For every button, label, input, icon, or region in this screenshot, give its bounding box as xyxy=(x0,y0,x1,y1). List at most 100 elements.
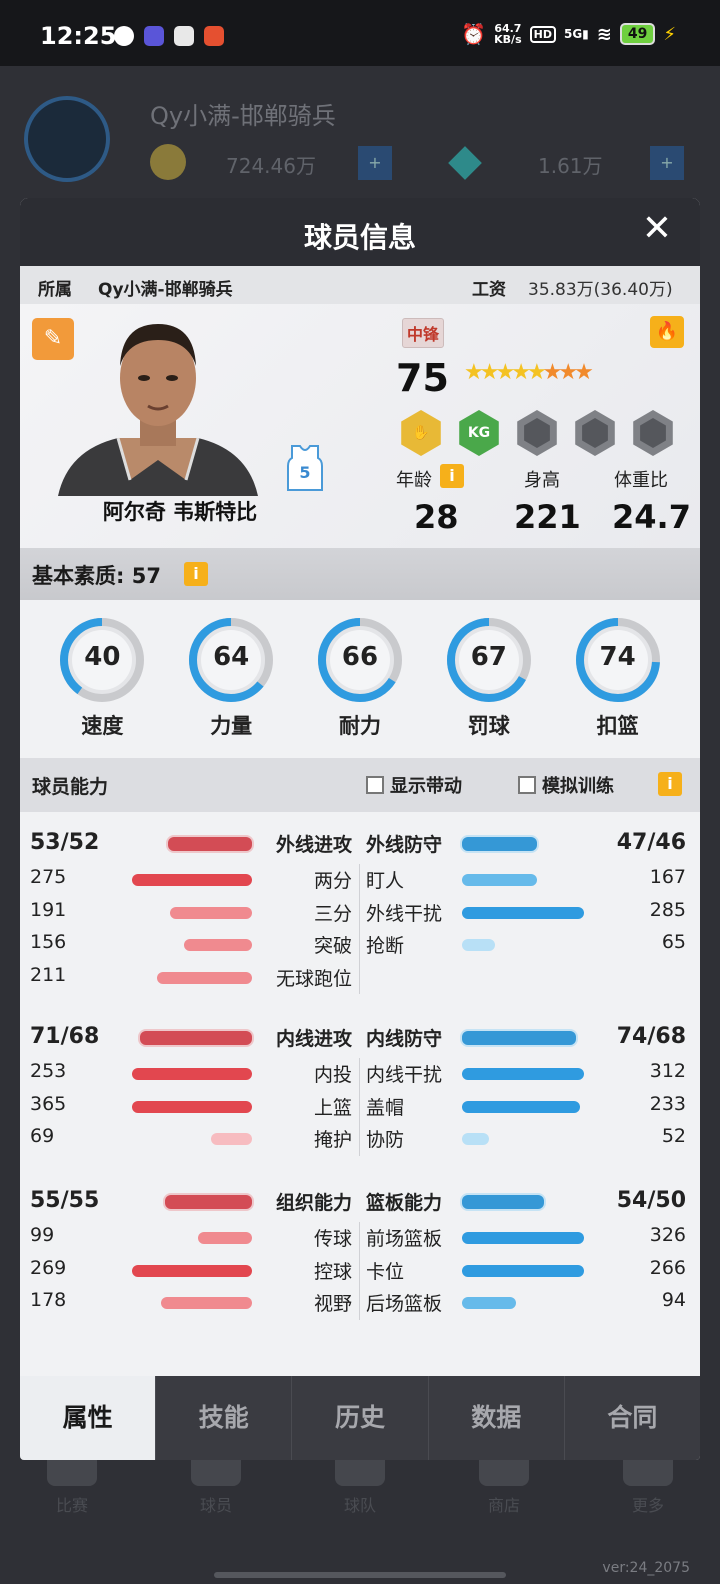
close-button[interactable]: ✕ xyxy=(642,208,672,249)
attribute-ring[interactable]: 67 罚球 xyxy=(443,616,535,756)
alarm-icon: ⏰ xyxy=(461,22,487,46)
ability-row: 99 传球 前场篮板 326 xyxy=(20,1222,700,1252)
bg-team-name: Qy小满-邯郸骑兵 xyxy=(150,102,336,130)
salary-label: 工资 xyxy=(472,280,506,300)
right-group-value: 74/68 xyxy=(616,1024,686,1049)
right-group-bar xyxy=(462,1195,544,1209)
right-group-name: 内线防守 xyxy=(366,1028,443,1050)
add-gems-button[interactable]: + xyxy=(650,146,684,180)
hd-icon: HD xyxy=(529,25,556,43)
star-icon: ★ xyxy=(511,360,531,385)
locked-badge-icon[interactable] xyxy=(633,410,673,456)
star-icon: ★ xyxy=(542,360,563,385)
attribute-ring[interactable]: 66 耐力 xyxy=(314,616,406,756)
ability-row: 253 内投 内线干扰 312 xyxy=(20,1058,700,1088)
ring-gauge: 74 xyxy=(574,616,662,704)
left-ability-value: 253 xyxy=(30,1060,67,1082)
tab-attributes[interactable]: 属性 xyxy=(20,1376,156,1460)
left-group-bar xyxy=(140,1031,252,1045)
basic-info-button[interactable]: i xyxy=(184,562,208,586)
status-icons: ⏰ 64.7 KB/s HD 5G▮ ≋ 49 ⚡ xyxy=(461,22,676,46)
notification-icons xyxy=(114,26,224,46)
age-label: 年龄 xyxy=(396,470,432,491)
right-ability-value: 94 xyxy=(661,1289,686,1311)
locked-badge-icon[interactable] xyxy=(575,410,615,456)
show-movement-checkbox[interactable]: 显示带动 xyxy=(366,772,462,798)
right-ability-bar xyxy=(462,1232,584,1244)
age-info-button[interactable]: i xyxy=(440,464,464,488)
ability-group-header: 55/55 组织能力 篮板能力 54/50 xyxy=(20,1186,700,1216)
left-group-value: 71/68 xyxy=(30,1024,100,1049)
left-ability-bar xyxy=(132,874,252,886)
tab-contract[interactable]: 合同 xyxy=(563,1376,700,1460)
sim-training-checkbox[interactable]: 模拟训练 xyxy=(518,772,614,798)
right-ability-value: 233 xyxy=(649,1092,686,1115)
tab-skills[interactable]: 技能 xyxy=(155,1376,291,1460)
badge-gold-icon[interactable]: ✋ xyxy=(401,410,441,456)
locked-badge-icon[interactable] xyxy=(517,410,557,456)
right-ability-bar xyxy=(462,1297,516,1309)
attribute-ring[interactable]: 64 力量 xyxy=(185,616,277,756)
star-icon: ★ xyxy=(558,360,578,385)
right-group-name: 外线防守 xyxy=(366,834,443,856)
wechat-icon xyxy=(114,26,134,46)
right-ability-value: 167 xyxy=(649,866,686,888)
right-ability-value: 65 xyxy=(661,931,686,953)
left-ability-bar xyxy=(132,1100,252,1113)
attribute-ring[interactable]: 74 扣篮 xyxy=(572,616,664,756)
ability-row: 191 三分 外线干扰 285 xyxy=(20,897,700,927)
home-indicator[interactable] xyxy=(214,1572,506,1578)
right-group-value: 54/50 xyxy=(616,1188,686,1213)
left-ability-name: 控球 xyxy=(313,1260,352,1283)
right-ability-bar xyxy=(462,906,584,919)
clock: 12:25 xyxy=(40,22,117,50)
right-ability-bar xyxy=(462,1068,584,1080)
player-portrait xyxy=(58,324,258,496)
ability-header: 球员能力 显示带动 模拟训练 i xyxy=(20,758,700,812)
left-ability-name: 突破 xyxy=(313,935,352,957)
ability-label: 球员能力 xyxy=(32,776,109,798)
add-coins-button[interactable]: + xyxy=(358,146,392,180)
star-icon: ★ xyxy=(479,360,500,385)
weight-label: 体重比 xyxy=(614,470,668,491)
left-group-value: 55/55 xyxy=(30,1188,100,1213)
ability-row: 365 上篮 盖帽 233 xyxy=(20,1091,700,1121)
ring-gauge: 64 xyxy=(187,616,275,704)
jersey-number: 5 xyxy=(299,463,310,482)
left-ability-name: 掩护 xyxy=(313,1129,352,1151)
right-ability-name: 卡位 xyxy=(366,1260,405,1283)
star-icon: ★ xyxy=(495,360,515,385)
coin-icon xyxy=(150,144,186,180)
right-ability-name: 内线干扰 xyxy=(366,1064,443,1086)
left-ability-value: 99 xyxy=(30,1224,55,1246)
left-ability-name: 内投 xyxy=(313,1064,352,1086)
right-ability-value: 326 xyxy=(649,1224,686,1246)
attribute-ring[interactable]: 40 速度 xyxy=(56,616,148,756)
right-group-bar xyxy=(462,1031,576,1045)
right-ability-value: 266 xyxy=(649,1256,686,1279)
ability-row: 211 无球跑位 xyxy=(20,962,700,992)
tab-stats[interactable]: 数据 xyxy=(427,1376,564,1460)
charging-icon: ⚡ xyxy=(663,23,676,45)
left-ability-value: 211 xyxy=(30,963,67,986)
right-ability-bar xyxy=(462,1264,584,1277)
skill-badges: ✋ KG xyxy=(398,410,676,456)
ability-info-button[interactable]: i xyxy=(658,772,682,796)
ability-group-header: 53/52 外线进攻 外线防守 47/46 xyxy=(20,828,700,858)
map-icon xyxy=(174,26,194,46)
right-ability-name: 后场篮板 xyxy=(366,1293,443,1315)
left-ability-name: 传球 xyxy=(313,1228,352,1250)
tab-history[interactable]: 历史 xyxy=(291,1376,427,1460)
signal-icon: 5G▮ xyxy=(563,27,589,41)
affiliation-label: 所属 xyxy=(38,280,72,300)
left-group-bar xyxy=(168,837,252,851)
ability-row: 269 控球 卡位 266 xyxy=(20,1255,700,1285)
fire-button[interactable]: 🔥 xyxy=(650,316,684,348)
modal-title: 球员信息 xyxy=(303,221,416,254)
basic-attributes: 40 速度 64 力量 66 耐力 67 罚球 74 扣篮 xyxy=(20,600,700,756)
left-ability-name: 两分 xyxy=(313,870,352,892)
position-badge: 中锋 xyxy=(402,318,445,348)
badge-kg-icon[interactable]: KG xyxy=(459,410,499,456)
left-ability-bar xyxy=(161,1297,252,1309)
left-ability-value: 365 xyxy=(30,1092,67,1115)
